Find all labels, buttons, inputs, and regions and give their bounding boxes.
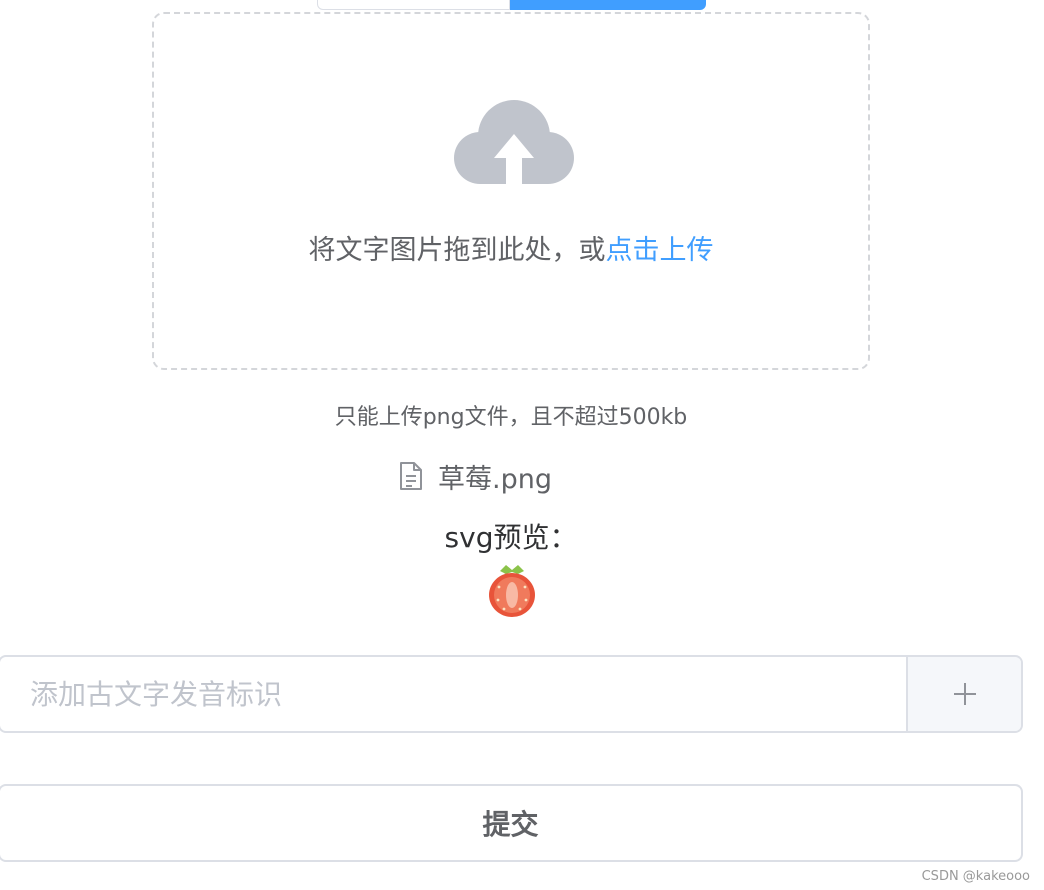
add-pronunciation-button[interactable] bbox=[906, 657, 1021, 731]
file-name: 草莓.png bbox=[438, 463, 552, 495]
drop-instruction-text: 将文字图片拖到此处，或 bbox=[308, 235, 606, 266]
submit-button[interactable]: 提交 bbox=[0, 784, 1023, 862]
upload-tip: 只能上传png文件，且不超过500kb bbox=[334, 405, 688, 430]
click-upload-link[interactable]: 点击上传 bbox=[606, 235, 714, 266]
watermark: CSDN @kakeooo bbox=[921, 869, 1030, 884]
upload-cloud-icon bbox=[454, 100, 574, 192]
file-list-item[interactable]: 草莓.png bbox=[398, 458, 552, 495]
top-toggle-option-active[interactable] bbox=[510, 0, 706, 10]
plus-icon bbox=[953, 683, 976, 705]
page: 将文字图片拖到此处，或点击上传 只能上传png文件，且不超过500kb 草莓.p… bbox=[0, 0, 1044, 890]
strawberry-preview-image bbox=[489, 565, 535, 617]
pronunciation-input[interactable] bbox=[0, 657, 906, 731]
pronunciation-input-group bbox=[0, 655, 1023, 733]
drop-instruction: 将文字图片拖到此处，或点击上传 bbox=[154, 228, 868, 267]
upload-dropzone[interactable]: 将文字图片拖到此处，或点击上传 bbox=[152, 12, 870, 370]
top-toggle-group bbox=[317, 0, 706, 10]
document-icon bbox=[400, 462, 422, 490]
top-toggle-option[interactable] bbox=[317, 0, 510, 10]
svg-preview-label: svg预览： bbox=[444, 521, 578, 554]
